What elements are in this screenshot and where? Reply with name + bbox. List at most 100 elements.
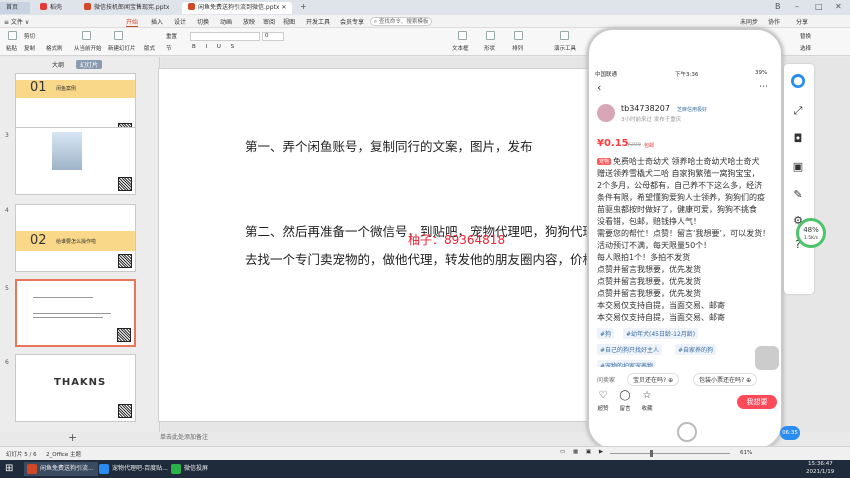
topic-tag[interactable]: #自家养的狗	[675, 344, 717, 355]
taskbar-item-ppt[interactable]: 闲鱼免费送狗引流...	[24, 462, 98, 476]
tab-outline[interactable]: 大纲	[52, 60, 64, 69]
topic-tag[interactable]: #狗	[597, 328, 615, 339]
paste-button[interactable]: 粘贴	[6, 44, 17, 52]
window-close-icon[interactable]: ✕	[835, 2, 842, 11]
topic-tag[interactable]: #幼年犬(45日龄-12月龄)	[623, 328, 699, 339]
timer-badge[interactable]: 06:35	[780, 426, 800, 440]
shape-button[interactable]: 形状	[484, 44, 495, 52]
slide-thumbnail-6[interactable]: THAKNS	[15, 354, 136, 422]
tab-home[interactable]: 首页	[0, 2, 30, 14]
more-icon[interactable]: ⋯	[759, 82, 768, 92]
qr-code-image	[118, 404, 132, 418]
textbox-button[interactable]: 文本框	[452, 44, 469, 52]
want-button[interactable]: 我想要	[737, 395, 777, 409]
menu-slideshow[interactable]: 放映	[243, 17, 255, 26]
menu-insert[interactable]: 插入	[151, 17, 163, 26]
sync-status[interactable]: 未同步	[740, 17, 758, 26]
copy-button[interactable]: 复制	[24, 44, 35, 52]
zoom-slider-thumb[interactable]	[650, 450, 653, 457]
paste-icon[interactable]	[8, 31, 17, 40]
speed-value: 1.5K/s	[804, 236, 818, 241]
menu-start[interactable]: 开始	[126, 17, 139, 27]
taskbar-item-browser[interactable]: 宠物代理吧-百度贴...	[96, 462, 172, 476]
home-button[interactable]	[677, 422, 697, 442]
like-icon[interactable]: ♡	[595, 390, 611, 401]
slide-thumbnail-3[interactable]	[15, 127, 136, 195]
arrange-icon[interactable]	[514, 31, 523, 40]
font-size-select[interactable]: 0	[262, 32, 284, 41]
comment-icon[interactable]: ◯	[617, 390, 633, 401]
new-slide-icon[interactable]	[114, 31, 123, 40]
carrier-label: 中国联通	[595, 72, 618, 78]
view-mode-buttons[interactable]: ▭ ▦ ▣ ▶	[560, 449, 606, 455]
replace-button[interactable]: 替换	[800, 32, 811, 40]
maximize-icon[interactable]: □	[815, 2, 823, 11]
add-slide-icon[interactable]: +	[68, 431, 77, 444]
tab-slides[interactable]: 幻灯片	[76, 60, 103, 69]
command-search-input[interactable]: ⌕ 查找命令、搜索模板	[370, 17, 432, 26]
menu-transition[interactable]: 切换	[197, 17, 209, 26]
slide-thumbnail-4[interactable]: 02 给谁要怎么操作啦	[15, 204, 136, 272]
menu-member[interactable]: 会员专享	[340, 17, 364, 26]
avatar[interactable]: B	[775, 2, 781, 11]
arrange-button[interactable]: 排列	[512, 44, 523, 52]
font-family-select[interactable]	[190, 32, 260, 41]
slide-heading-number: 02	[30, 233, 47, 248]
select-button[interactable]: 选择	[800, 44, 811, 52]
reset-button[interactable]: 重置	[166, 32, 177, 40]
shape-icon[interactable]	[486, 31, 495, 40]
presentation-tools-button[interactable]: 演示工具	[554, 44, 576, 52]
menu-design[interactable]: 设计	[174, 17, 186, 26]
slide-text-line-1[interactable]: 第一、弄个闲鱼账号，复制同行的文案，图片，发布	[245, 136, 533, 155]
slide-canvas[interactable]: 第一、弄个闲鱼账号，复制同行的文案，图片，发布 第二、然后再准备一个微信号，到贴…	[158, 68, 620, 422]
minimize-icon[interactable]: –	[795, 2, 799, 11]
screenshot-icon[interactable]: ◘	[791, 132, 805, 146]
quick-question-2[interactable]: 包装小票还在吗? ⊕	[693, 373, 758, 386]
slide-thumbnail-5[interactable]	[15, 279, 136, 347]
tab-ppt-active[interactable]: 闲鱼免费送狗引流到微信.pptx ✕	[182, 2, 293, 14]
topic-tag[interactable]: #自己的狗只找好主人	[597, 344, 663, 355]
new-slide-button[interactable]: 新建幻灯片	[108, 44, 136, 52]
menu-animation[interactable]: 动画	[220, 17, 232, 26]
close-icon[interactable]: ✕	[281, 4, 286, 11]
desc-line-2: 赠送领养雪橇犬二哈 自家狗繁殖一窝狗宝宝，	[597, 169, 760, 178]
section-button[interactable]: 节	[166, 44, 172, 52]
quick-question-1[interactable]: 宝贝还在吗? ⊕	[627, 373, 680, 386]
slide-text-line-3[interactable]: 去找一个专门卖宠物的，做他代理，转发他的朋友圈内容，价格在价	[245, 249, 620, 268]
share-button[interactable]: 分享	[796, 17, 808, 26]
ask-seller-label: 问卖家	[597, 377, 616, 384]
topic-tag[interactable]: #宠物的护家宠养物	[597, 360, 657, 367]
fullscreen-icon[interactable]: ⤢	[791, 104, 805, 118]
text-line	[33, 317, 103, 318]
menu-view[interactable]: 视图	[283, 17, 295, 26]
taskbar-item-mirror[interactable]: 微信投屏	[168, 462, 212, 476]
user-icon[interactable]: ●	[791, 74, 805, 88]
zoom-level[interactable]: 61%	[740, 450, 752, 456]
zoom-slider[interactable]	[610, 453, 730, 454]
format-painter-button[interactable]: 格式刷	[46, 44, 63, 52]
title-bar: 首页 稻壳 微信技机郎闻宝售现宪.pptx 闲鱼免费送狗引流到微信.pptx ✕…	[0, 0, 850, 15]
cut-button[interactable]: 剪切	[24, 32, 35, 40]
avatar[interactable]	[597, 104, 615, 122]
record-icon[interactable]: ▣	[791, 160, 805, 174]
tab-ppt-1[interactable]: 微信技机郎闻宝售现宪.pptx	[78, 2, 175, 14]
collaborate-button[interactable]: 协作	[768, 17, 780, 26]
tab-docer[interactable]: 稻壳	[34, 2, 68, 14]
file-menu[interactable]: ≡ 文件 ∨	[4, 17, 29, 26]
windows-start-icon[interactable]: ⊞	[5, 463, 13, 474]
floating-thumbnail[interactable]	[755, 346, 779, 370]
play-from-current-button[interactable]: 从当前开始	[74, 44, 102, 52]
textbox-icon[interactable]	[458, 31, 467, 40]
play-icon[interactable]	[82, 31, 91, 40]
seller-username[interactable]: tb34738207	[621, 104, 670, 113]
layout-button[interactable]: 版式	[144, 44, 155, 52]
presentation-tools-icon[interactable]	[560, 31, 569, 40]
back-icon[interactable]: ‹	[597, 81, 601, 94]
menu-developer[interactable]: 开发工具	[306, 17, 330, 26]
notes-placeholder[interactable]: 单击此处添加备注	[160, 432, 640, 442]
font-format-buttons[interactable]: B I U S	[192, 44, 238, 50]
star-icon[interactable]: ☆	[639, 390, 655, 401]
new-tab-icon[interactable]: +	[300, 2, 307, 11]
menu-review[interactable]: 审阅	[263, 17, 275, 26]
brush-icon[interactable]: ✎	[791, 188, 805, 202]
